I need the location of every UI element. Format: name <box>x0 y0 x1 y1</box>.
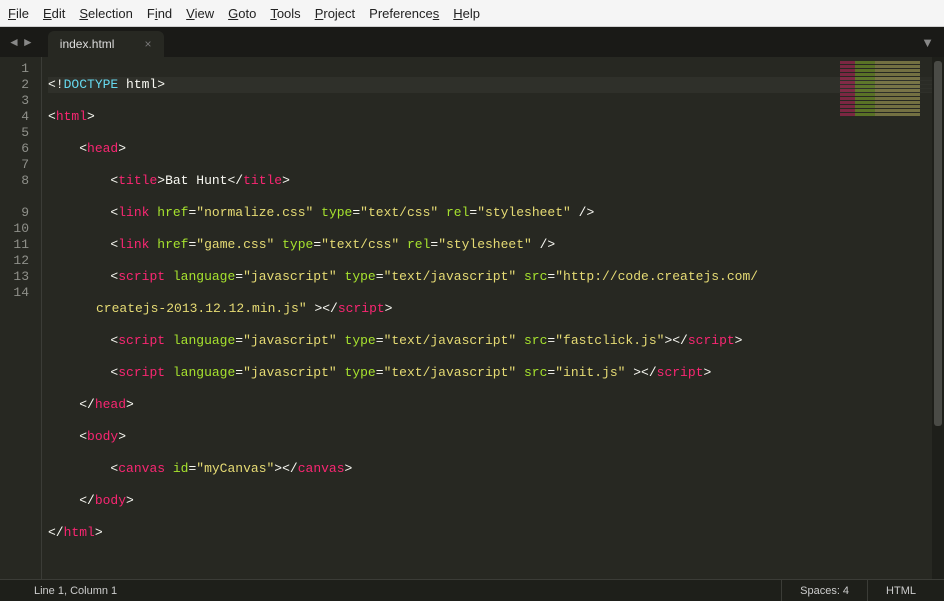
menu-project[interactable]: Project <box>315 6 355 21</box>
line-number: 7 <box>8 157 29 173</box>
tabbar: ◄ ► index.html × ▼ <box>0 27 944 57</box>
line-number: 9 <box>8 205 29 221</box>
menu-goto[interactable]: Goto <box>228 6 256 21</box>
menu-file[interactable]: File <box>8 6 29 21</box>
tab-back-icon[interactable]: ◄ <box>8 35 20 49</box>
menu-find[interactable]: Find <box>147 6 172 21</box>
line-number: 5 <box>8 125 29 141</box>
line-number: 11 <box>8 237 29 253</box>
line-number: 8 <box>8 173 29 205</box>
syntax-setting[interactable]: HTML <box>867 580 934 601</box>
editor[interactable]: 1 2 3 4 5 6 7 8 9 10 11 12 13 14 <!DOCTY… <box>0 57 944 579</box>
line-number: 2 <box>8 77 29 93</box>
cursor-position[interactable]: Line 1, Column 1 <box>34 585 117 597</box>
line-number: 6 <box>8 141 29 157</box>
line-number: 13 <box>8 269 29 285</box>
line-number: 14 <box>8 285 29 301</box>
line-number: 3 <box>8 93 29 109</box>
gutter: 1 2 3 4 5 6 7 8 9 10 11 12 13 14 <box>0 57 42 579</box>
menu-selection[interactable]: Selection <box>79 6 132 21</box>
scrollbar-thumb[interactable] <box>934 61 942 426</box>
menubar: File Edit Selection Find View Goto Tools… <box>0 0 944 27</box>
scrollbar-vertical[interactable] <box>932 57 944 579</box>
line-number: 12 <box>8 253 29 269</box>
close-icon[interactable]: × <box>144 37 151 51</box>
tab-indexhtml[interactable]: index.html × <box>48 31 164 57</box>
menu-view[interactable]: View <box>186 6 214 21</box>
line-number: 10 <box>8 221 29 237</box>
tab-dropdown-icon[interactable]: ▼ <box>921 35 934 50</box>
tab-label: index.html <box>60 37 115 51</box>
menu-edit[interactable]: Edit <box>43 6 65 21</box>
hamburger-icon[interactable] <box>10 586 24 596</box>
tab-forward-icon[interactable]: ► <box>22 35 34 49</box>
line-number: 4 <box>8 109 29 125</box>
menu-help[interactable]: Help <box>453 6 480 21</box>
menu-preferences[interactable]: Preferences <box>369 6 439 21</box>
tab-nav: ◄ ► <box>8 27 48 57</box>
line-number: 1 <box>8 61 29 77</box>
statusbar: Line 1, Column 1 Spaces: 4 HTML <box>0 579 944 601</box>
menu-tools[interactable]: Tools <box>270 6 300 21</box>
code-area[interactable]: <!DOCTYPE html> <html> <head> <title>Bat… <box>42 57 944 577</box>
indent-setting[interactable]: Spaces: 4 <box>781 580 867 601</box>
